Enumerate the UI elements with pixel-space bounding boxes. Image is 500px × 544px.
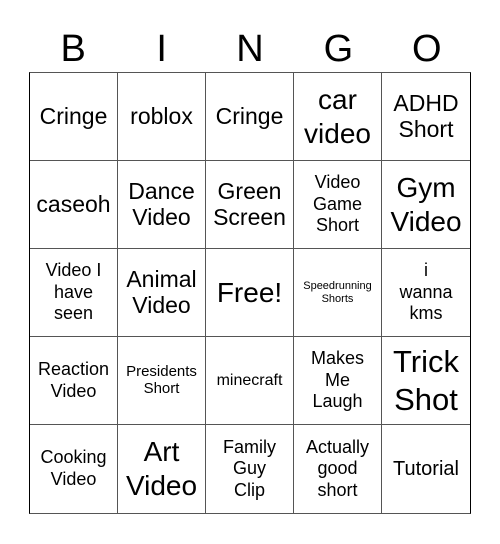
bingo-cell[interactable]: car video [294,73,382,161]
header-letter-i: I [156,28,167,70]
free-space-cell[interactable]: Free! [206,249,294,337]
bingo-cell[interactable]: Art Video [118,425,206,513]
bingo-cell[interactable]: ADHD Short [382,73,470,161]
bingo-cell[interactable]: roblox [118,73,206,161]
bingo-cell[interactable]: Video I have seen [30,249,118,337]
bingo-cell[interactable]: Cringe [30,73,118,161]
bingo-grid: Cringe roblox Cringe car video ADHD Shor… [29,72,471,514]
bingo-cell[interactable]: minecraft [206,337,294,425]
bingo-header: B I N G O [29,26,471,72]
header-letter-g: G [323,28,354,70]
bingo-cell[interactable]: Cooking Video [30,425,118,513]
bingo-cell[interactable]: Cringe [206,73,294,161]
bingo-cell[interactable]: i wanna kms [382,249,470,337]
bingo-cell[interactable]: Dance Video [118,161,206,249]
bingo-cell[interactable]: Actually good short [294,425,382,513]
header-letter-n: N [236,28,264,70]
bingo-cell[interactable]: Video Game Short [294,161,382,249]
bingo-cell[interactable]: Animal Video [118,249,206,337]
bingo-cell[interactable]: Gym Video [382,161,470,249]
header-letter-b: B [60,28,86,70]
bingo-cell[interactable]: Reaction Video [30,337,118,425]
bingo-cell[interactable]: Presidents Short [118,337,206,425]
bingo-cell[interactable]: Tutorial [382,425,470,513]
bingo-cell[interactable]: Speedrunning Shorts [294,249,382,337]
bingo-cell[interactable]: Trick Shot [382,337,470,425]
bingo-cell[interactable]: Family Guy Clip [206,425,294,513]
header-letter-o: O [412,28,442,70]
bingo-cell[interactable]: caseoh [30,161,118,249]
bingo-cell[interactable]: Green Screen [206,161,294,249]
bingo-cell[interactable]: Makes Me Laugh [294,337,382,425]
